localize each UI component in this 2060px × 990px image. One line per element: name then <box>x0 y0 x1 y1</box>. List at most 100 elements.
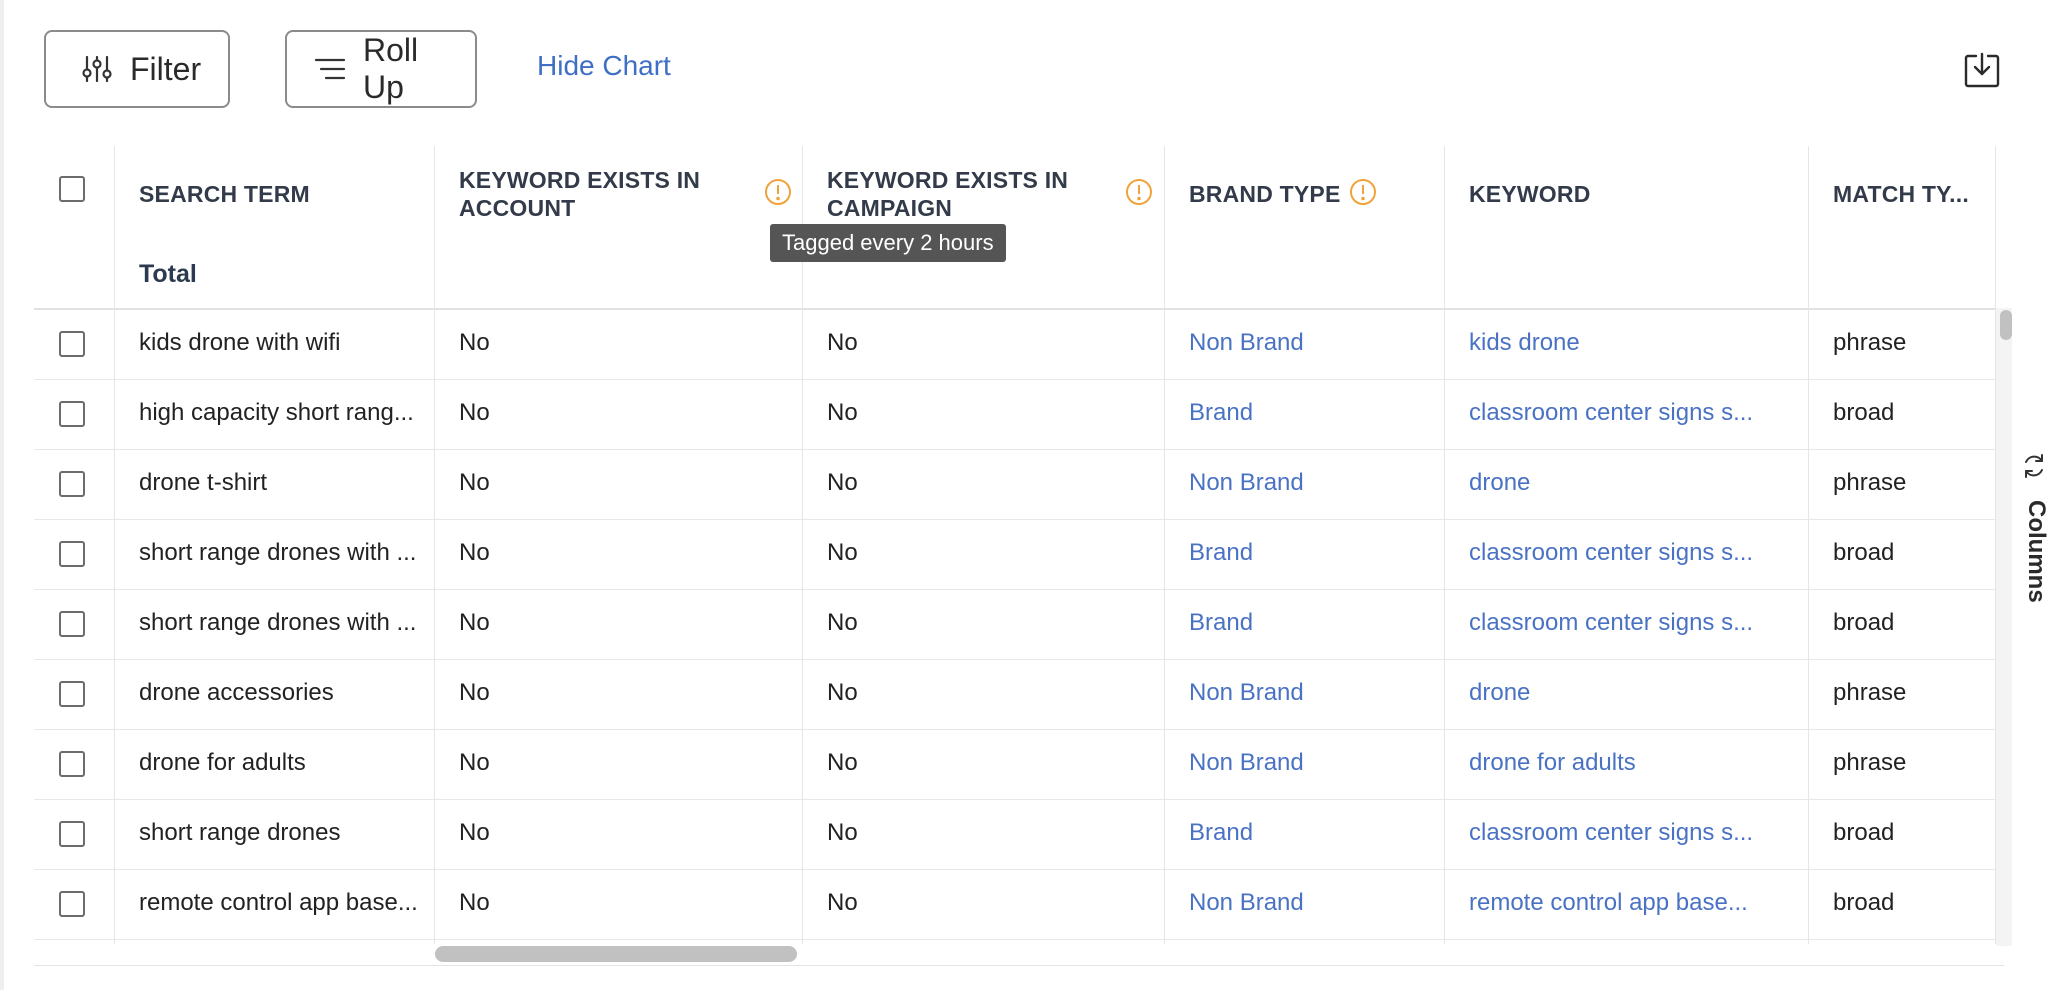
brand-type-link[interactable]: Brand <box>1189 609 1253 637</box>
select-column <box>34 146 114 944</box>
brand-type-link[interactable]: Non Brand <box>1189 749 1304 777</box>
table-row: drone <box>1445 659 1808 730</box>
data-table: SEARCH TERM Total kids drone with wifi h… <box>34 146 2004 966</box>
match-type-cell: broad <box>1833 819 1895 846</box>
brand-type-link[interactable]: Non Brand <box>1189 679 1304 707</box>
keyword-exists-in-account-header[interactable]: KEYWORD EXISTS IN ACCOUNT <box>435 146 802 310</box>
search-term-header[interactable]: SEARCH TERM Total <box>115 146 434 310</box>
horizontal-scrollbar-thumb[interactable] <box>435 946 797 962</box>
keyword-in-account-cell: No <box>459 819 490 846</box>
header-label: BRAND TYPE <box>1189 181 1341 207</box>
info-icon[interactable] <box>1125 178 1153 206</box>
table-row: No <box>435 799 802 870</box>
select-all-checkbox[interactable] <box>59 176 85 202</box>
search-term-cell: kids drone with wifi <box>139 329 341 356</box>
row-checkbox[interactable] <box>59 751 85 777</box>
match-type-header[interactable]: MATCH TY... <box>1809 146 1995 310</box>
table-row: No <box>803 309 1164 380</box>
vertical-scrollbar-track[interactable] <box>1996 308 2012 946</box>
table-row: short range drones <box>115 799 434 870</box>
brand-type-link[interactable]: Brand <box>1189 539 1253 567</box>
header-label: MATCH TY... <box>1833 181 1969 207</box>
table-row: Brand <box>1165 799 1444 870</box>
keyword-link[interactable]: classroom center signs s... <box>1469 539 1753 567</box>
info-icon[interactable] <box>764 178 792 206</box>
keyword-link[interactable]: drone <box>1469 469 1530 497</box>
row-checkbox[interactable] <box>59 821 85 847</box>
table-row: Brand <box>1165 519 1444 590</box>
brand-type-link[interactable]: Non Brand <box>1189 329 1304 357</box>
table-row: Non Brand <box>1165 729 1444 800</box>
table-row: classroom center signs s... <box>1445 799 1808 870</box>
keyword-header[interactable]: KEYWORD <box>1445 146 1808 310</box>
table-row <box>34 449 114 520</box>
table-row: Non Brand <box>1165 449 1444 520</box>
header-label: KEYWORD <box>1469 181 1591 207</box>
table-row: broad <box>1809 519 1995 590</box>
brand-type-link[interactable]: Non Brand <box>1189 469 1304 497</box>
table-row <box>34 379 114 450</box>
search-term-cell: remote control app base... <box>139 889 418 916</box>
row-checkbox[interactable] <box>59 401 85 427</box>
table-row: kids drone <box>1445 309 1808 380</box>
brand-type-link[interactable]: Brand <box>1189 819 1253 847</box>
keyword-exists-in-campaign-column: KEYWORD EXISTS IN CAMPAIGN No No No No N… <box>803 146 1164 944</box>
search-term-column: SEARCH TERM Total kids drone with wifi h… <box>115 146 434 944</box>
table-row: No <box>435 869 802 940</box>
table-row: drone for adults <box>1445 729 1808 800</box>
table-row: kids drone with wifi <box>115 309 434 380</box>
table-row: classroom center signs s... <box>1445 379 1808 450</box>
table-row <box>34 659 114 730</box>
lines-icon <box>314 58 346 80</box>
row-checkbox[interactable] <box>59 681 85 707</box>
table-row: short range drones with ... <box>115 519 434 590</box>
table-row <box>34 869 114 940</box>
keyword-column: KEYWORD kids drone classroom center sign… <box>1445 146 1808 944</box>
keyword-exists-in-account-column: KEYWORD EXISTS IN ACCOUNT No No No No No… <box>435 146 802 944</box>
download-icon[interactable] <box>1962 50 2002 90</box>
keyword-link[interactable]: classroom center signs s... <box>1469 819 1753 847</box>
keyword-link[interactable]: kids drone <box>1469 329 1580 357</box>
row-checkbox[interactable] <box>59 471 85 497</box>
select-header <box>34 146 114 310</box>
keyword-in-campaign-cell: No <box>827 609 858 636</box>
filter-button[interactable]: Filter <box>44 30 230 108</box>
row-checkbox[interactable] <box>59 611 85 637</box>
keyword-link[interactable]: classroom center signs s... <box>1469 609 1753 637</box>
info-icon[interactable] <box>1349 178 1377 206</box>
row-checkbox[interactable] <box>59 541 85 567</box>
table-row: broad <box>1809 379 1995 450</box>
hide-chart-link[interactable]: Hide Chart <box>537 50 671 82</box>
brand-type-link[interactable]: Brand <box>1189 399 1253 427</box>
row-checkbox[interactable] <box>59 891 85 917</box>
table-row <box>34 729 114 800</box>
table-row: No <box>803 869 1164 940</box>
total-label: Total <box>139 260 197 288</box>
keyword-link[interactable]: drone for adults <box>1469 749 1636 777</box>
search-term-cell: drone t-shirt <box>139 469 268 496</box>
columns-label: Columns <box>2023 500 2050 603</box>
match-type-cell: phrase <box>1833 749 1907 776</box>
columns-panel-toggle[interactable]: Columns <box>2014 440 2054 620</box>
keyword-in-campaign-cell: No <box>827 399 858 426</box>
keyword-link[interactable]: remote control app base... <box>1469 889 1748 917</box>
sliders-icon <box>82 55 112 83</box>
vertical-scrollbar-thumb[interactable] <box>2000 310 2012 340</box>
row-checkbox[interactable] <box>59 331 85 357</box>
roll-up-button[interactable]: Roll Up <box>285 30 477 108</box>
brand-type-header[interactable]: BRAND TYPE <box>1165 146 1444 310</box>
keyword-in-account-cell: No <box>459 749 490 776</box>
match-type-cell: broad <box>1833 889 1895 916</box>
keyword-link[interactable]: drone <box>1469 679 1530 707</box>
left-edge <box>0 0 4 990</box>
table-row: drone accessories <box>115 659 434 730</box>
table-row: No <box>435 449 802 520</box>
table-row: drone t-shirt <box>115 449 434 520</box>
table-row: No <box>435 379 802 450</box>
keyword-link[interactable]: classroom center signs s... <box>1469 399 1753 427</box>
table-row: No <box>803 729 1164 800</box>
keyword-in-account-cell: No <box>459 539 490 566</box>
table-row: No <box>803 799 1164 870</box>
table-row: broad <box>1809 589 1995 660</box>
brand-type-link[interactable]: Non Brand <box>1189 889 1304 917</box>
